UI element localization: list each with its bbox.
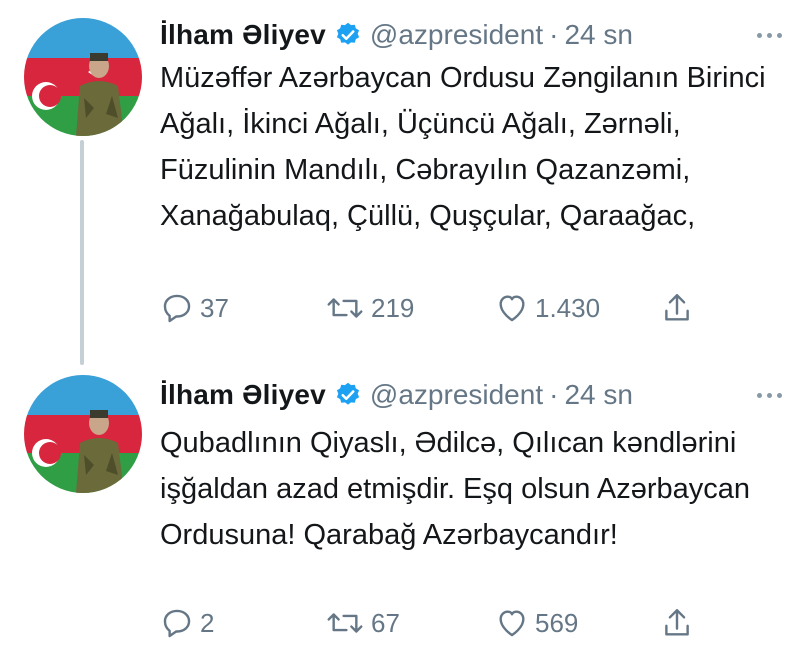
tweet-text: Müzəffər Azərbaycan Ordusu Zəngilanın Bi… — [160, 62, 766, 232]
avatar-image — [24, 375, 142, 493]
share-icon — [660, 606, 694, 640]
reply-icon — [160, 291, 194, 325]
tweet-timestamp[interactable]: 24 sn — [564, 15, 633, 55]
like-count: 569 — [535, 607, 579, 638]
separator-dot: · — [549, 379, 559, 410]
retweet-count: 67 — [371, 607, 400, 638]
more-dots-icon[interactable] — [757, 375, 782, 415]
heart-icon — [495, 291, 529, 325]
avatar[interactable] — [24, 18, 142, 136]
avatar-image — [24, 18, 142, 136]
like-button[interactable]: 1.430 — [495, 288, 600, 328]
reply-icon — [160, 606, 194, 640]
share-icon — [660, 291, 694, 325]
reply-count: 2 — [200, 607, 215, 638]
tweet-actions: 37 219 1.430 — [160, 288, 720, 328]
reply-count: 37 — [200, 292, 229, 323]
heart-icon — [495, 606, 529, 640]
retweet-button[interactable]: 67 — [325, 603, 400, 643]
avatar[interactable] — [24, 375, 142, 493]
like-button[interactable]: 569 — [495, 603, 578, 643]
tweet-actions: 2 67 569 — [160, 603, 720, 643]
like-count: 1.430 — [535, 292, 601, 323]
author-handle[interactable]: @azpresident — [370, 375, 543, 415]
tweet-header: İlham Əliyev @azpresident · 24 sn — [160, 15, 782, 55]
retweet-count: 219 — [371, 292, 415, 323]
author-handle[interactable]: @azpresident — [370, 15, 543, 55]
share-button[interactable] — [660, 603, 694, 643]
retweet-icon — [325, 291, 365, 325]
avatar-banner-text — [26, 32, 86, 58]
retweet-button[interactable]: 219 — [325, 288, 414, 328]
share-button[interactable] — [660, 288, 694, 328]
tweet[interactable]: İlham Əliyev @azpresident · 24 sn Müzəff… — [0, 0, 800, 345]
verified-badge-icon — [334, 21, 362, 49]
tweet[interactable]: İlham Əliyev @azpresident · 24 sn Qubadl… — [0, 345, 800, 670]
tweet-timestamp[interactable]: 24 sn — [564, 375, 633, 415]
retweet-icon — [325, 606, 365, 640]
verified-badge-icon — [334, 381, 362, 409]
tweet-header: İlham Əliyev @azpresident · 24 sn — [160, 375, 782, 415]
more-dots-icon[interactable] — [757, 15, 782, 55]
author-name[interactable]: İlham Əliyev — [160, 15, 326, 55]
reply-button[interactable]: 37 — [160, 288, 229, 328]
author-name[interactable]: İlham Əliyev — [160, 375, 326, 415]
tweet-text: Qubadlının Qiyaslı, Ədilcə, Qılıcan kənd… — [160, 427, 751, 551]
reply-button[interactable]: 2 — [160, 603, 214, 643]
separator-dot: · — [549, 19, 559, 50]
